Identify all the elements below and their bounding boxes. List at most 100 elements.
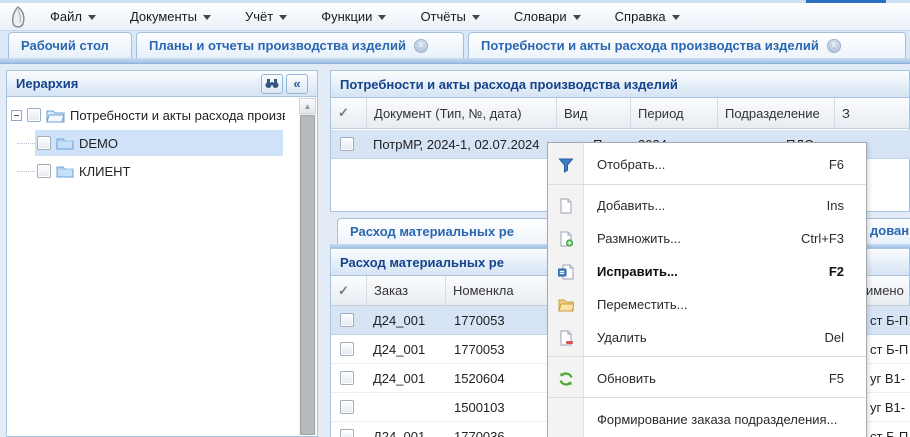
menu-help[interactable]: Справка — [602, 5, 693, 28]
menu-help-label: Справка — [615, 9, 666, 24]
folder-icon — [56, 136, 74, 150]
tree-root-checkbox[interactable] — [27, 108, 41, 122]
application-window: Файл Документы Учёт Функции Отчёты Слова… — [0, 0, 910, 437]
tab-requirements-acts-label: Потребности и акты расхода производства … — [481, 38, 819, 53]
row-checkbox[interactable] — [340, 137, 354, 151]
collapse-expander-icon[interactable] — [11, 110, 22, 121]
column-check[interactable]: ✓ — [331, 98, 367, 128]
menu-functions-label: Функции — [321, 9, 372, 24]
scrollbar-thumb[interactable] — [300, 115, 315, 435]
tab-requirements-acts[interactable]: Потребности и акты расхода производства … — [468, 32, 906, 58]
add-page-icon — [548, 198, 584, 214]
delete-page-icon — [548, 330, 584, 346]
hierarchy-panel-title: Иерархия — [16, 76, 78, 91]
menu-separator — [548, 184, 866, 185]
name-cell-fragment: ст Б-П — [870, 335, 908, 363]
document-tabbar: Рабочий стол Планы и отчеты производства… — [0, 31, 910, 58]
close-icon[interactable]: × — [827, 39, 841, 53]
menu-item-filter[interactable]: Отобрать... F6 — [548, 148, 866, 181]
refresh-icon — [548, 371, 584, 387]
chevron-down-icon — [88, 15, 96, 20]
column-division[interactable]: Подразделение — [718, 98, 835, 128]
tab-material-consumption-label: Расход материальных ре — [350, 224, 514, 239]
tabbar-bottom-strip — [0, 58, 910, 64]
menu-item-refresh[interactable]: Обновить F5 — [548, 362, 866, 395]
column-period[interactable]: Период — [631, 98, 718, 128]
document-cell: ПотрМР, 2024-1, 02.07.2024 — [373, 130, 555, 158]
menu-item-move[interactable]: Переместить... — [548, 288, 866, 321]
main-menubar: Файл Документы Учёт Функции Отчёты Слова… — [0, 3, 910, 31]
move-folder-icon — [548, 298, 584, 312]
menu-accounting-label: Учёт — [245, 9, 273, 24]
tree-connector — [17, 171, 35, 172]
menu-accounting[interactable]: Учёт — [232, 5, 300, 28]
row-checkbox[interactable] — [340, 342, 354, 356]
chevron-down-icon — [573, 15, 581, 20]
menu-item-edit[interactable]: Исправить... F2 — [548, 255, 866, 288]
tree-client-checkbox[interactable] — [37, 164, 51, 178]
tab-plans-reports[interactable]: Планы и отчеты производства изделий × — [136, 32, 464, 58]
context-menu: Отобрать... F6 Добавить... Ins Размножит… — [547, 142, 867, 437]
binoculars-icon — [265, 78, 279, 89]
documents-panel-title: Потребности и акты расхода производства … — [340, 77, 678, 92]
hierarchy-panel: Потребности и акты расхода произв DEMO К… — [6, 70, 318, 437]
tab-desktop-label: Рабочий стол — [21, 38, 109, 53]
order-cell: Д24_001 — [373, 364, 443, 392]
tab-equipment-label-fragment: дован — [870, 223, 909, 238]
menu-separator — [548, 397, 866, 398]
collapse-panel-button[interactable]: « — [286, 74, 308, 94]
column-kind[interactable]: Вид — [557, 98, 631, 128]
chevron-down-icon — [378, 15, 386, 20]
menu-reports[interactable]: Отчёты — [407, 5, 492, 28]
row-checkbox[interactable] — [340, 313, 354, 327]
menu-documents[interactable]: Документы — [117, 5, 224, 28]
order-cell: Д24_001 — [373, 306, 443, 334]
row-checkbox[interactable] — [340, 400, 354, 414]
menu-item-delete[interactable]: Удалить Del — [548, 321, 866, 354]
nomenclature-cell: 1500103 — [454, 393, 554, 421]
chevron-down-icon — [279, 15, 287, 20]
column-order[interactable]: Заказ — [367, 276, 446, 305]
nomenclature-cell: 1520604 — [454, 364, 554, 392]
menu-item-add[interactable]: Добавить... Ins — [548, 189, 866, 222]
menu-dictionaries[interactable]: Словари — [501, 5, 594, 28]
chevron-down-icon — [672, 15, 680, 20]
documents-panel-header: Потребности и акты расхода производства … — [331, 71, 909, 98]
tab-plans-reports-label: Планы и отчеты производства изделий — [149, 38, 406, 53]
name-cell-fragment: уг В1- — [870, 393, 905, 421]
documents-grid-header: ✓ Документ (Тип, №, дата) Вид Период Под… — [331, 98, 909, 129]
tree-item-demo[interactable]: DEMO — [7, 129, 301, 157]
menu-reports-label: Отчёты — [420, 9, 465, 24]
menu-item-form-division-order[interactable]: Формирование заказа подразделения... — [548, 403, 866, 436]
tree-connector — [17, 143, 35, 144]
tree-client-label: КЛИЕНТ — [79, 164, 130, 179]
menu-functions[interactable]: Функции — [308, 5, 399, 28]
search-button[interactable] — [261, 74, 283, 94]
order-cell — [373, 393, 443, 421]
chevron-down-icon — [203, 15, 211, 20]
column-name-partial[interactable]: имено — [866, 276, 909, 305]
row-checkbox[interactable] — [340, 429, 354, 437]
tree-root-row[interactable]: Потребности и акты расхода произв — [7, 101, 301, 129]
chevron-down-icon — [472, 15, 480, 20]
close-icon[interactable]: × — [414, 39, 428, 53]
tree-demo-label: DEMO — [79, 136, 118, 151]
menu-item-duplicate[interactable]: Размножить... Ctrl+F3 — [548, 222, 866, 255]
name-cell-fragment: уг В1- — [870, 364, 905, 392]
tree-demo-checkbox[interactable] — [37, 136, 51, 150]
menu-file[interactable]: Файл — [37, 5, 109, 28]
tree-scrollbar[interactable]: ▲ — [299, 98, 316, 435]
column-document[interactable]: Документ (Тип, №, дата) — [367, 98, 557, 128]
row-checkbox[interactable] — [340, 371, 354, 385]
column-check[interactable]: ✓ — [331, 276, 367, 305]
app-logo-icon — [7, 5, 29, 29]
nomenclature-cell: 1770053 — [454, 306, 554, 334]
column-extra[interactable]: З — [835, 98, 910, 128]
scroll-up-icon[interactable]: ▲ — [299, 98, 316, 114]
tree-item-client[interactable]: КЛИЕНТ — [7, 157, 301, 185]
menu-dictionaries-label: Словари — [514, 9, 567, 24]
folder-icon — [56, 164, 74, 178]
tab-desktop[interactable]: Рабочий стол — [8, 32, 132, 58]
menu-file-label: Файл — [50, 9, 82, 24]
order-cell: Д24_001 — [373, 422, 443, 437]
